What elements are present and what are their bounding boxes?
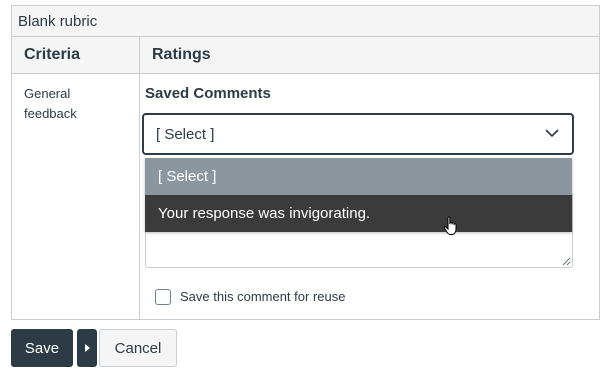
saved-comments-label: Saved Comments [145, 85, 271, 102]
save-button[interactable]: Save [11, 329, 73, 367]
dropdown-option-invigorating[interactable]: Your response was invigorating. [145, 195, 572, 232]
rubric-title: Blank rubric [12, 6, 599, 37]
saved-comments-dropdown: [ Select ] Your response was invigoratin… [145, 158, 572, 232]
saved-comments-select-value: [ Select ] [156, 126, 215, 143]
cancel-button[interactable]: Cancel [99, 329, 177, 367]
hand-pointer-icon [443, 216, 457, 235]
ratings-column-header: Ratings [152, 46, 211, 63]
caret-right-icon [85, 344, 90, 352]
save-options-button[interactable] [77, 329, 97, 367]
chevron-down-icon [545, 129, 559, 138]
resize-grip-icon[interactable] [562, 257, 571, 266]
rubric-header-row: Criteria Ratings [12, 37, 599, 74]
save-for-reuse-label[interactable]: Save this comment for reuse [180, 289, 345, 304]
criterion-description: General feedback [24, 86, 77, 121]
column-divider [139, 37, 140, 319]
dropdown-option-select[interactable]: [ Select ] [145, 158, 572, 195]
saved-comments-select[interactable]: [ Select ] [142, 113, 574, 155]
save-for-reuse-checkbox[interactable] [155, 289, 171, 305]
criteria-column-header: Criteria [24, 46, 81, 63]
